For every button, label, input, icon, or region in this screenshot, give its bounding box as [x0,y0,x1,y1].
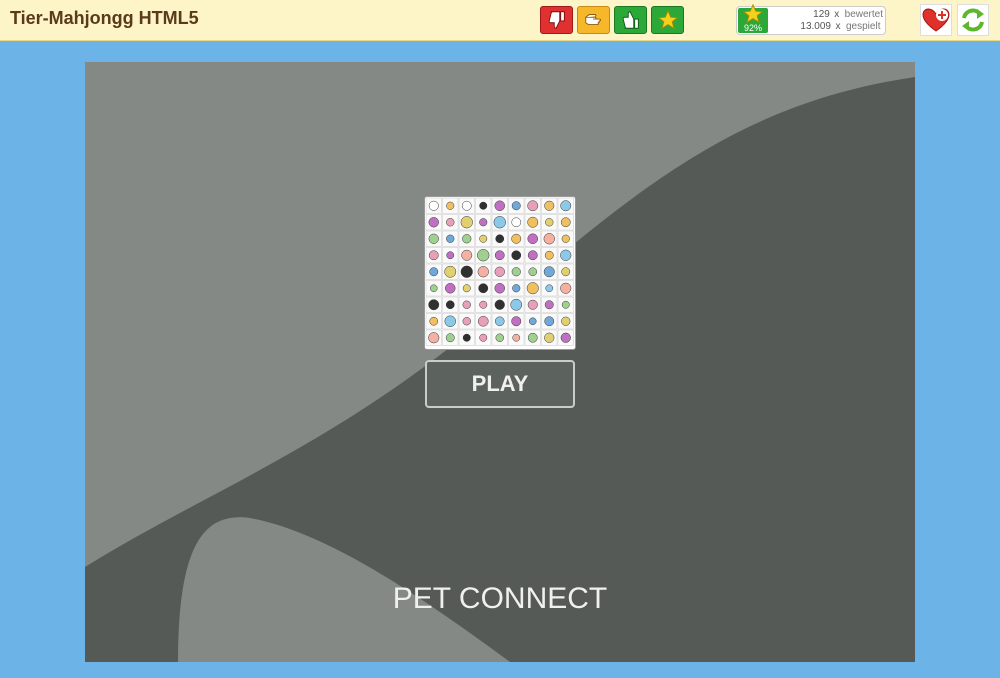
rated-x: x [834,9,840,20]
favorite-star-button[interactable] [651,6,684,34]
rating-badge: 92% [738,3,768,33]
neutral-rating-button[interactable] [577,6,610,34]
reload-button[interactable] [957,4,989,36]
flat-hand-icon [584,14,601,26]
rating-star-icon [742,3,764,24]
played-label: gespielt [846,21,881,32]
rated-label: bewertet [844,9,883,20]
heart-plus-icon [922,8,950,32]
rated-row: 129 x bewertet [773,9,883,20]
mahjong-tiles-preview [425,197,574,346]
game-canvas[interactable]: PLAY PET CONNECT [85,62,915,662]
played-count: 13.009 [800,21,831,32]
game-name: PET CONNECT [392,582,608,615]
thumbs-down-icon [548,11,565,29]
rating-stats-box: 92% 129 x bewertet 13.009 x gespielt [736,3,886,35]
reload-icon [962,8,984,32]
game-thumbnail [424,196,576,350]
thumbs-up-icon [622,11,639,29]
rated-count: 129 [813,9,830,20]
play-button[interactable]: PLAY [425,360,575,408]
add-favorite-button[interactable] [920,4,952,36]
rating-percent: 92% [743,23,762,33]
top-bar: Tier-Mahjongg HTML5 92% 129 x bewertet 1… [0,0,1000,41]
thumbs-down-button[interactable] [540,6,573,34]
played-x: x [835,21,841,32]
star-icon [657,9,678,30]
played-row: 13.009 x gespielt [773,21,883,32]
thumbs-up-button[interactable] [614,6,647,34]
page-title: Tier-Mahjongg HTML5 [10,8,199,28]
